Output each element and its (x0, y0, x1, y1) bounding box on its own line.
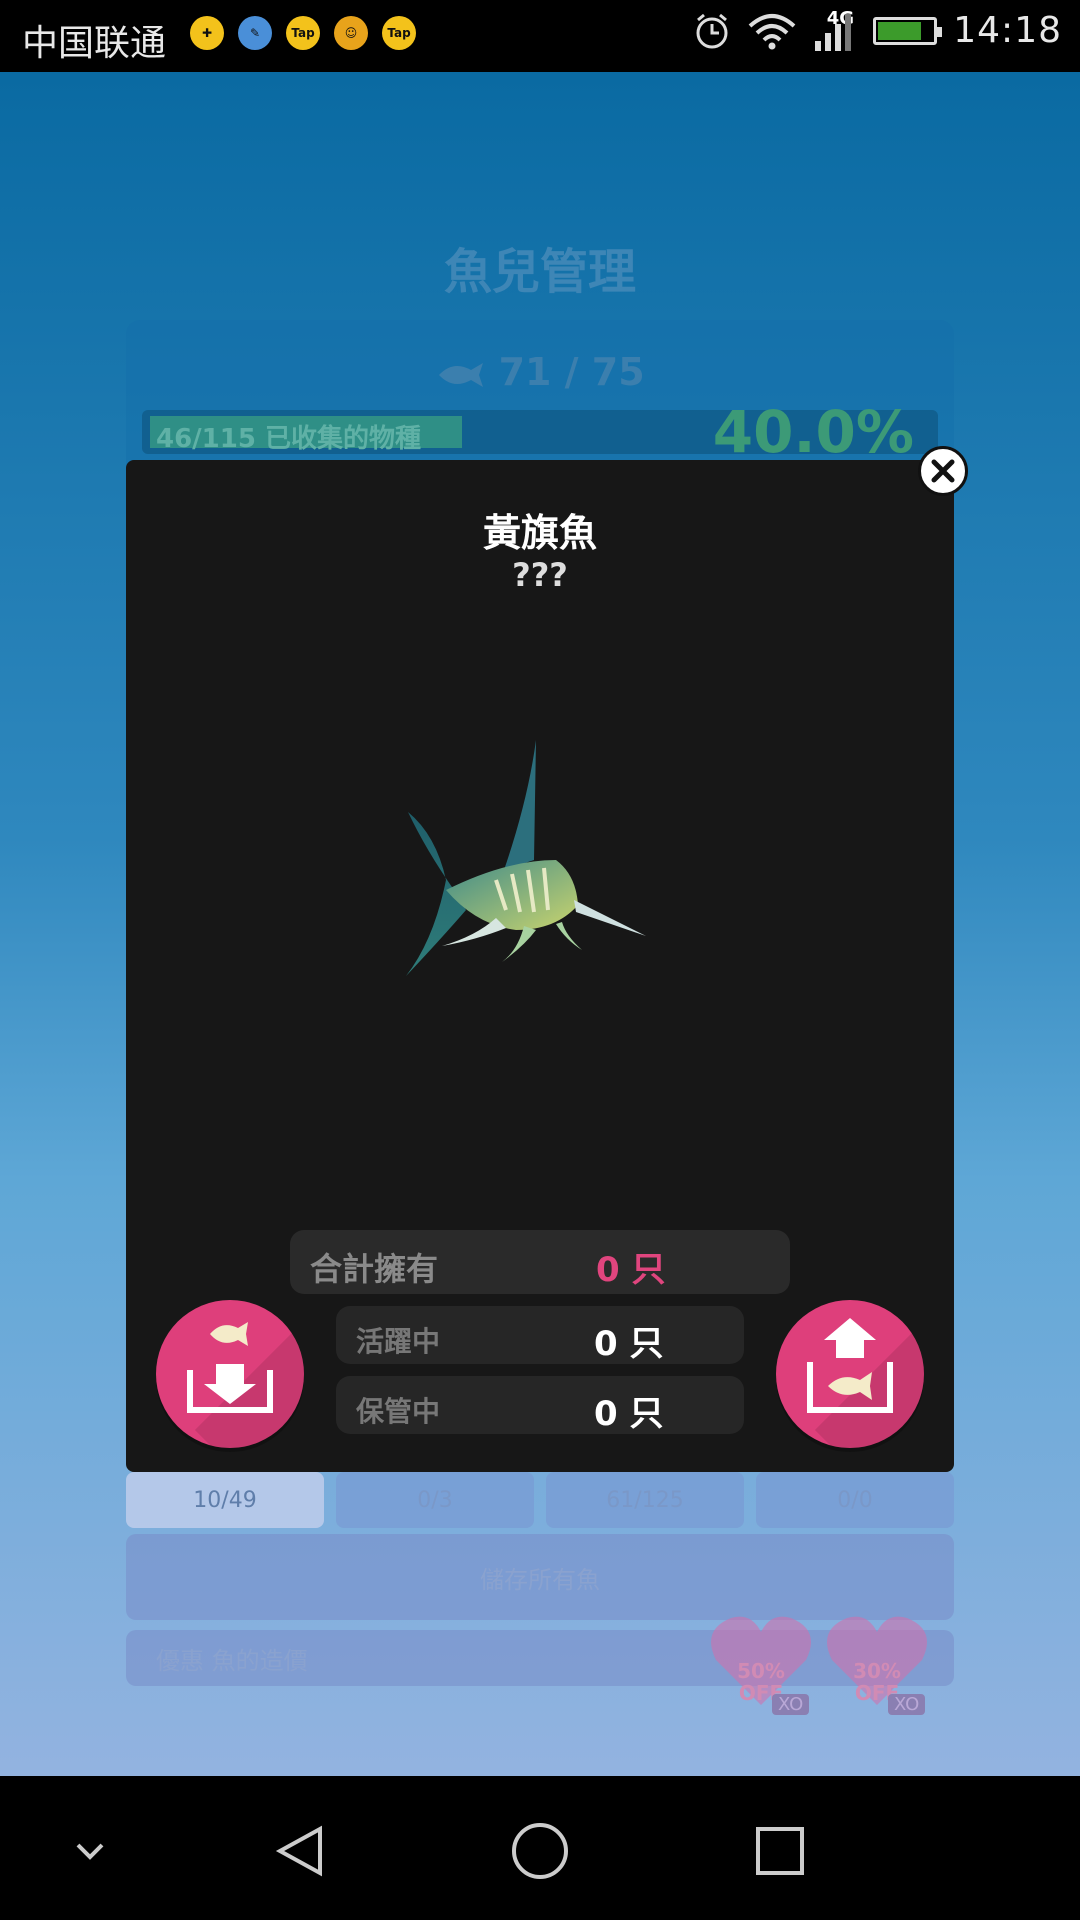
tab-category-2[interactable]: 0/3 (336, 1472, 534, 1528)
total-owned-row: 合計擁有 0 只 (290, 1230, 790, 1294)
fish-icon (439, 362, 484, 387)
active-label: 活躍中 (356, 1325, 441, 1358)
store-all-fish-button[interactable]: 儲存所有魚 (126, 1534, 954, 1620)
carrier-label: 中国联通 (22, 23, 167, 64)
active-row: 活躍中 0 只 (336, 1306, 744, 1364)
tap-app-icon: Tap (286, 16, 320, 50)
brush-app-icon: ✎ (238, 16, 272, 50)
fish-name: 黃旗魚 (482, 511, 597, 555)
recents-button[interactable] (740, 1816, 820, 1886)
release-fish-icon (807, 1318, 893, 1413)
tab-category-4[interactable]: 0/0 (756, 1472, 954, 1528)
notification-icons: ✚ ✎ Tap ☺ Tap (190, 16, 416, 50)
wifi-icon (748, 13, 796, 49)
discount-badge-30[interactable]: 30% OFF XO (822, 1610, 932, 1715)
stored-value: 0 只 (594, 1394, 664, 1434)
back-button[interactable] (260, 1816, 340, 1886)
stored-row: 保管中 0 只 (336, 1376, 744, 1434)
signal-icon (815, 13, 852, 51)
fish-count: 71 / 75 (126, 350, 954, 394)
health-app-icon: ✚ (190, 16, 224, 50)
store-fish-button[interactable] (156, 1300, 304, 1448)
status-right: 14:18 (693, 10, 1062, 51)
fish-count-value: 71 / 75 (498, 350, 645, 394)
close-dialog-button[interactable] (918, 446, 968, 496)
page-title: 魚兒管理 (443, 244, 636, 300)
status-bar: 中国联通 ✚ ✎ Tap ☺ Tap 4G 14:18 (0, 0, 1080, 72)
close-icon (931, 459, 955, 483)
game-app-icon: ☺ (334, 16, 368, 50)
collection-progress-text: 46/115 已收集的物種 (156, 424, 422, 454)
hide-keyboard-button[interactable] (50, 1816, 130, 1886)
category-tabs: 10/49 0/3 61/125 0/0 (126, 1472, 954, 1528)
chevron-down-icon (76, 1843, 104, 1860)
total-owned-value: 0 只 (596, 1250, 666, 1290)
fish-subtitle: ??? (512, 556, 568, 594)
navigation-bar (0, 1776, 1080, 1920)
discount-tag: XO (772, 1694, 810, 1715)
back-icon (275, 1825, 322, 1877)
collection-percent: 40.0% (712, 398, 914, 466)
tab-category-3[interactable]: 61/125 (546, 1472, 744, 1528)
release-fish-button[interactable] (776, 1300, 924, 1448)
tab-category-1[interactable]: 10/49 (126, 1472, 324, 1528)
recents-icon (756, 1827, 804, 1875)
home-icon (512, 1823, 568, 1879)
discount-tag: XO (888, 1694, 926, 1715)
sailfish-image (406, 740, 646, 976)
total-owned-label: 合計擁有 (310, 1250, 439, 1288)
battery-icon (873, 16, 943, 45)
alarm-icon (696, 13, 728, 48)
home-button[interactable] (500, 1816, 580, 1886)
clock: 14:18 (953, 10, 1062, 51)
stored-label: 保管中 (356, 1395, 441, 1428)
fish-detail-dialog: 黃旗魚 ??? 合計擁有 0 只 活躍中 0 只 保管中 0 只 (126, 460, 954, 1472)
active-value: 0 只 (594, 1324, 664, 1364)
discount-badge-50[interactable]: 50% OFF XO (706, 1610, 816, 1715)
tap-app-icon: Tap (382, 16, 416, 50)
store-fish-icon (187, 1322, 273, 1413)
